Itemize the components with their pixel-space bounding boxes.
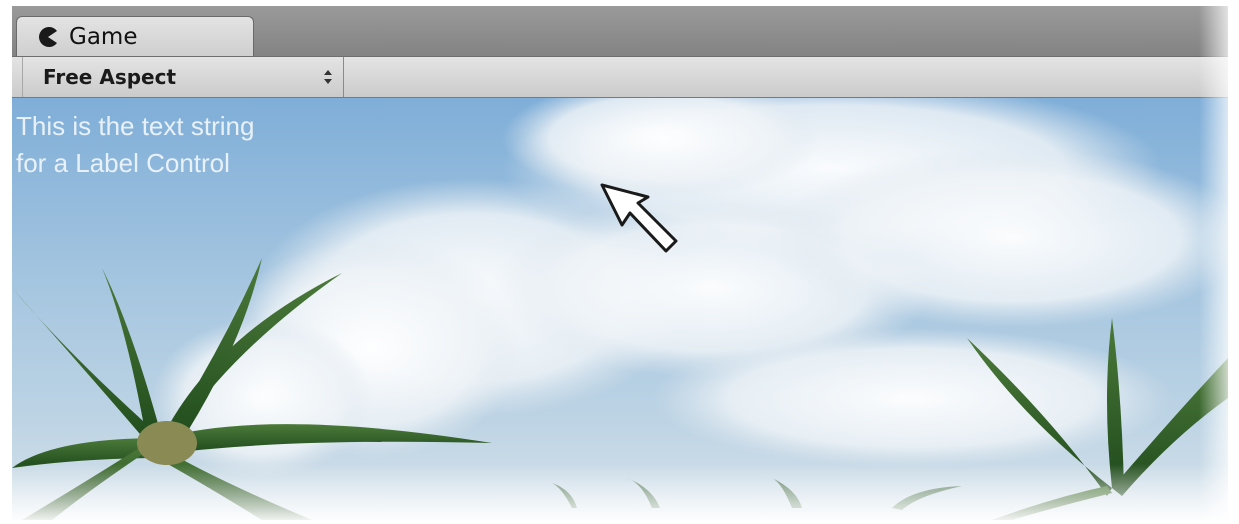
up-down-arrows-icon (323, 69, 333, 85)
tab-game-label: Game (69, 23, 138, 50)
label-control-text: This is the text string for a Label Cont… (16, 111, 255, 178)
clouds (152, 98, 1228, 478)
distant-palms (552, 478, 962, 510)
pacman-game-icon (37, 26, 59, 48)
aspect-ratio-value: Free Aspect (43, 65, 177, 89)
game-toolbar: Free Aspect (12, 57, 1228, 98)
mouse-cursor-icon (600, 183, 680, 263)
aspect-ratio-dropdown[interactable]: Free Aspect (22, 57, 344, 97)
game-window: Game Free Aspect This is the text string… (12, 6, 1228, 520)
game-viewport[interactable]: This is the text string for a Label Cont… (12, 98, 1228, 520)
tab-game[interactable]: Game (16, 16, 254, 56)
tab-bar: Game (12, 6, 1228, 57)
